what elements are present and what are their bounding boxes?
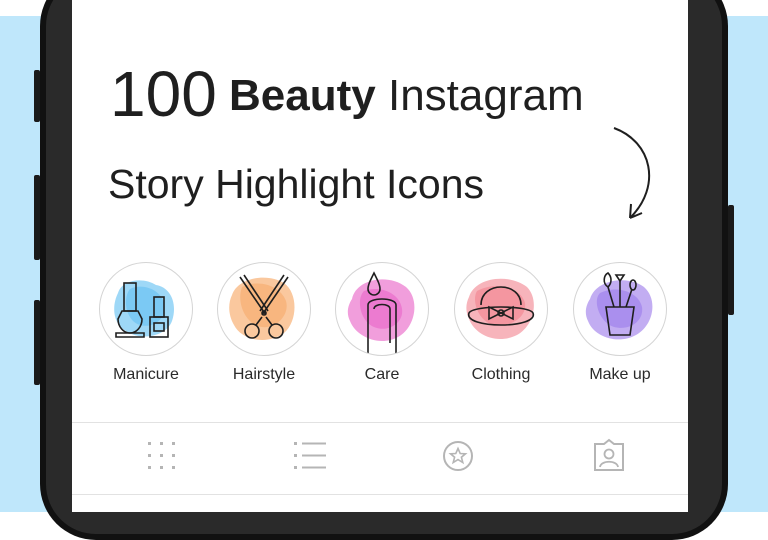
story-highlights: Manicure Hairstyle Care Clothing Make up	[72, 262, 688, 392]
highlight-label: Clothing	[471, 366, 531, 383]
nail-drop-icon	[347, 271, 415, 355]
highlight-hairstyle[interactable]: Hairstyle	[209, 262, 319, 384]
highlight-make-up[interactable]: Make up	[565, 262, 675, 384]
grid-icon	[148, 442, 175, 469]
highlight-circle[interactable]	[454, 262, 548, 356]
curved-arrow-icon	[613, 127, 651, 219]
headline-line2: Story Highlight Icons	[108, 161, 485, 207]
phone-screen: 100 Beauty Instagram Story Highlight Ico…	[72, 0, 688, 512]
highlight-circle[interactable]	[335, 262, 429, 356]
nav-saved-button[interactable]	[438, 436, 478, 476]
list-icon	[294, 442, 326, 469]
highlight-manicure[interactable]: Manicure	[91, 262, 201, 384]
headline: 100 Beauty Instagram	[110, 62, 584, 126]
highlight-clothing[interactable]: Clothing	[446, 262, 556, 384]
star-circle-icon	[443, 441, 473, 471]
highlight-circle[interactable]	[217, 262, 311, 356]
phone-power-button	[728, 205, 734, 315]
highlight-care[interactable]: Care	[327, 262, 437, 384]
headline-bold-word: Beauty	[229, 71, 376, 120]
hat-bow-icon	[466, 278, 534, 340]
headline-rest: Instagram	[387, 71, 584, 120]
tagged-user-icon	[594, 438, 624, 471]
nav-bottom-divider	[72, 494, 688, 495]
phone-mute-switch	[34, 70, 40, 122]
nav-tagged-button[interactable]	[589, 436, 629, 476]
nav-grid-button[interactable]	[142, 436, 182, 476]
headline-number: 100	[110, 58, 217, 130]
nav-top-divider	[72, 422, 688, 423]
phone-volume-down-button	[34, 300, 40, 385]
highlight-label: Care	[364, 366, 400, 383]
phone-volume-up-button	[34, 175, 40, 260]
highlight-label: Make up	[589, 366, 651, 383]
nav-list-button[interactable]	[290, 436, 330, 476]
scissors-icon	[229, 274, 295, 340]
highlight-label: Manicure	[113, 366, 179, 383]
highlight-label: Hairstyle	[232, 366, 296, 383]
highlight-circle[interactable]	[99, 262, 193, 356]
brushes-icon	[585, 272, 653, 340]
nail-polish-icon	[114, 280, 175, 338]
highlight-circle[interactable]	[573, 262, 667, 356]
